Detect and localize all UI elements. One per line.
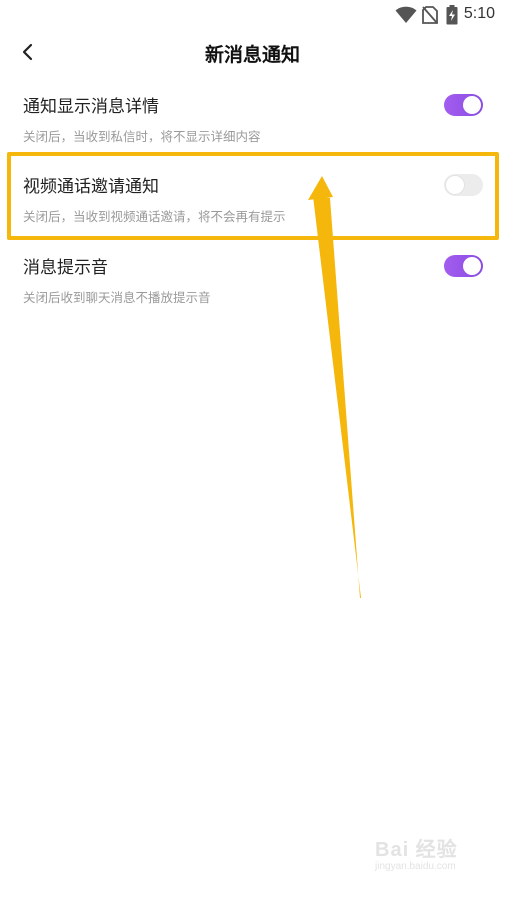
watermark-brand: Bai 经验 — [375, 839, 458, 861]
setting-description: 关闭后，当收到视频通话邀请，将不会再有提示 — [23, 209, 286, 224]
message-details-toggle[interactable] — [444, 94, 483, 116]
setting-title: 消息提示音 — [23, 258, 108, 278]
setting-description: 关闭后收到聊天消息不播放提示音 — [23, 290, 211, 305]
setting-title: 通知显示消息详情 — [23, 97, 159, 117]
header: 新消息通知 — [0, 30, 505, 74]
no-sim-icon — [422, 6, 438, 24]
setting-row-message-sound: 消息提示音 关闭后收到聊天消息不播放提示音 — [0, 243, 505, 323]
toggle-knob — [463, 96, 481, 114]
setting-description: 关闭后，当收到私信时，将不显示详细内容 — [23, 129, 261, 144]
video-call-invite-toggle[interactable] — [444, 174, 483, 196]
toggle-knob — [446, 176, 464, 194]
setting-row-message-details: 通知显示消息详情 关闭后，当收到私信时，将不显示详细内容 — [0, 82, 505, 162]
watermark-url: jingyan.baidu.com — [375, 861, 456, 872]
status-bar: 5:10 — [0, 0, 505, 30]
status-time: 5:10 — [463, 5, 495, 22]
page-title: 新消息通知 — [204, 44, 300, 66]
battery-charging-icon — [446, 5, 458, 25]
wifi-icon — [395, 6, 417, 24]
watermark: Bai 经验 jingyan.baidu.com — [375, 833, 485, 881]
setting-title: 视频通话邀请通知 — [23, 177, 159, 197]
message-sound-toggle[interactable] — [444, 255, 483, 277]
setting-row-video-call-invite: 视频通话邀请通知 关闭后，当收到视频通话邀请，将不会再有提示 — [0, 162, 505, 242]
toggle-knob — [463, 257, 481, 275]
